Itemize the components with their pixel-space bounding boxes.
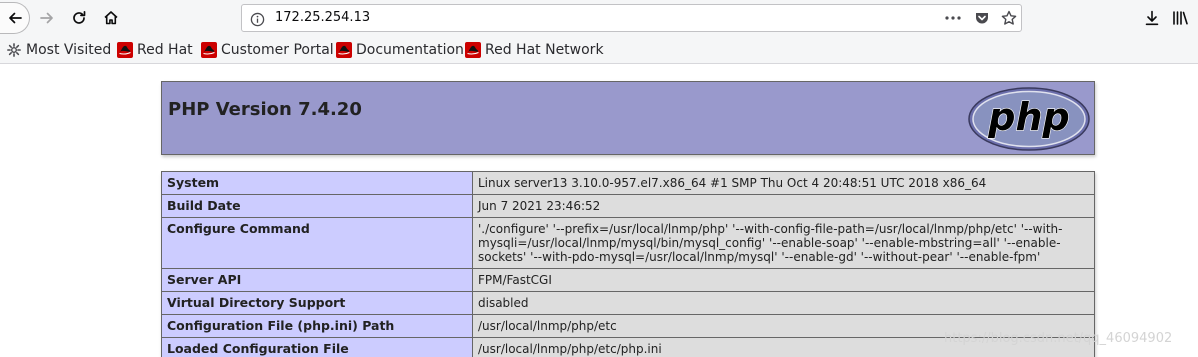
row-key: Configure Command bbox=[161, 217, 473, 269]
bookmark-star-button[interactable] bbox=[998, 8, 1020, 28]
row-key: Virtual Directory Support bbox=[161, 291, 473, 315]
library-button[interactable] bbox=[1168, 5, 1194, 31]
row-value: Linux server13 3.10.0-957.el7.x86_64 #1 … bbox=[472, 171, 1095, 195]
table-row: Server API FPM/FastCGI bbox=[161, 268, 1095, 292]
home-button[interactable] bbox=[96, 3, 126, 33]
php-logo-text: php bbox=[987, 95, 1069, 139]
php-info-table: System Linux server13 3.10.0-957.el7.x86_… bbox=[161, 171, 1095, 357]
bookmark-label: Customer Portal bbox=[221, 41, 334, 58]
forward-button[interactable] bbox=[32, 3, 62, 33]
page-content: PHP Version 7.4.20 php System Linux serve… bbox=[0, 64, 1198, 357]
row-value: Jun 7 2021 23:46:52 bbox=[472, 194, 1095, 218]
bookmarks-toolbar: Most Visited Red Hat Customer Portal Doc… bbox=[0, 36, 1198, 64]
watermark: https://blog.csdn.net/qq_46094902 bbox=[944, 331, 1173, 346]
table-row: Configure Command './configure' '--prefix… bbox=[161, 217, 1095, 269]
table-row: Build Date Jun 7 2021 23:46:52 bbox=[161, 194, 1095, 218]
library-icon bbox=[1173, 11, 1188, 25]
url-bar[interactable]: 172.25.254.13 bbox=[241, 4, 1022, 32]
bookmark-label: Red Hat bbox=[137, 41, 193, 58]
pocket-button[interactable] bbox=[971, 8, 993, 28]
bookmark-documentation[interactable]: Documentation bbox=[336, 36, 464, 63]
page-title: PHP Version 7.4.20 bbox=[168, 99, 362, 120]
forward-arrow-icon bbox=[40, 12, 53, 24]
bookmark-label: Most Visited bbox=[26, 41, 112, 58]
bookmark-label: Red Hat Network bbox=[485, 41, 604, 58]
home-icon bbox=[104, 11, 118, 25]
back-arrow-icon bbox=[8, 12, 22, 24]
downloads-button[interactable] bbox=[1139, 5, 1165, 31]
php-version-header: PHP Version 7.4.20 php bbox=[161, 81, 1095, 155]
redhat-icon bbox=[201, 41, 217, 58]
row-key: Configuration File (php.ini) Path bbox=[161, 314, 473, 338]
row-key: Loaded Configuration File bbox=[161, 337, 473, 357]
redhat-icon bbox=[336, 41, 352, 58]
bookmark-red-hat-network[interactable]: Red Hat Network bbox=[465, 36, 604, 63]
more-dots-icon bbox=[945, 16, 961, 20]
gear-icon bbox=[6, 42, 22, 58]
php-logo[interactable]: php bbox=[967, 86, 1091, 152]
page-actions-button[interactable] bbox=[942, 8, 964, 28]
download-icon bbox=[1145, 10, 1159, 26]
pocket-icon bbox=[976, 13, 988, 24]
row-key: Build Date bbox=[161, 194, 473, 218]
row-value: disabled bbox=[472, 291, 1095, 315]
bookmark-label: Documentation bbox=[356, 41, 464, 58]
row-value: './configure' '--prefix=/usr/local/lnmp/… bbox=[472, 217, 1095, 269]
row-key: Server API bbox=[161, 268, 473, 292]
row-value: FPM/FastCGI bbox=[472, 268, 1095, 292]
site-info-button[interactable] bbox=[249, 11, 265, 27]
browser-toolbar: 172.25.254.13 bbox=[0, 0, 1198, 36]
table-row: System Linux server13 3.10.0-957.el7.x86_… bbox=[161, 171, 1095, 195]
row-key: System bbox=[161, 171, 473, 195]
table-row: Virtual Directory Support disabled bbox=[161, 291, 1095, 315]
redhat-icon bbox=[117, 41, 133, 58]
reload-icon bbox=[73, 10, 86, 24]
back-button[interactable] bbox=[0, 2, 30, 34]
bookmark-red-hat[interactable]: Red Hat bbox=[117, 36, 193, 63]
star-icon bbox=[1001, 10, 1017, 25]
redhat-icon bbox=[465, 41, 481, 58]
reload-button[interactable] bbox=[64, 3, 94, 33]
bookmark-customer-portal[interactable]: Customer Portal bbox=[201, 36, 334, 63]
url-text[interactable]: 172.25.254.13 bbox=[275, 10, 370, 25]
info-icon bbox=[250, 12, 264, 26]
bookmark-most-visited[interactable]: Most Visited bbox=[6, 36, 111, 63]
